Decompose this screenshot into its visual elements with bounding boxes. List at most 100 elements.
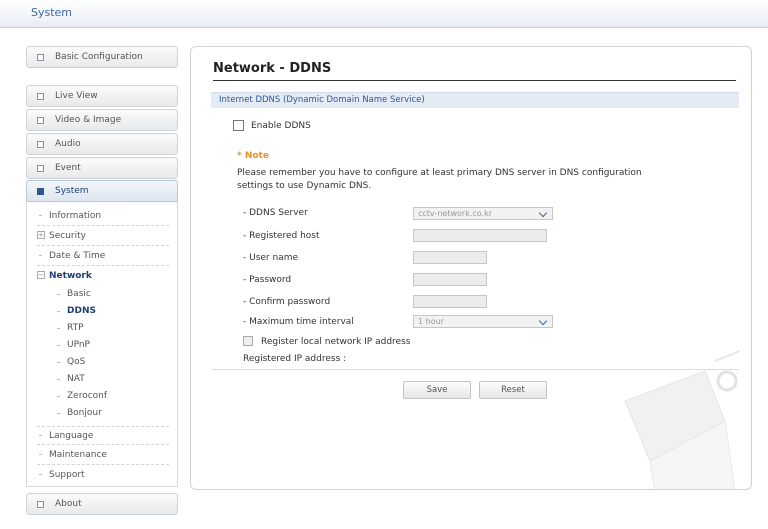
square-bullet-icon	[37, 501, 44, 508]
sidebar-item-label: About	[55, 499, 82, 509]
dash-bullet-icon	[57, 294, 60, 295]
expand-plus-icon[interactable]: +	[37, 231, 45, 239]
password-label: - Password	[243, 275, 292, 285]
max-interval-value: 1 hour	[418, 317, 444, 326]
network-item-label: Basic	[67, 289, 91, 299]
max-interval-select[interactable]: 1 hour	[413, 315, 553, 328]
dash-bullet-icon	[57, 311, 60, 312]
network-item-label: Bonjour	[67, 408, 102, 418]
register-local-ip-label: Register local network IP address	[261, 337, 411, 347]
sidebar-item-video-image[interactable]: Video & Image	[26, 109, 178, 131]
sidebar-item-live-view[interactable]: Live View	[26, 85, 178, 107]
note-heading: * Note	[237, 151, 269, 161]
chevron-down-icon	[538, 208, 548, 218]
form-divider	[211, 369, 739, 370]
square-bullet-icon	[37, 188, 44, 195]
confirm-password-label: - Confirm password	[243, 297, 331, 307]
network-item-label: QoS	[67, 357, 86, 367]
square-bullet-icon	[37, 117, 44, 124]
header-title: System	[31, 6, 73, 19]
subitem-label: Security	[49, 231, 86, 241]
subitem-label: Language	[49, 431, 94, 441]
network-item-zeroconf[interactable]: Zeroconf	[49, 388, 169, 405]
reset-button[interactable]: Reset	[479, 381, 547, 399]
subitem-label: Date & Time	[49, 251, 106, 261]
dash-bullet-icon	[57, 379, 60, 380]
sidebar-subitem-support[interactable]: Support	[37, 466, 169, 485]
sidebar-item-label: Live View	[55, 91, 98, 101]
network-item-basic[interactable]: Basic	[49, 286, 169, 303]
network-item-label: UPnP	[67, 340, 90, 350]
dash-bullet-icon	[57, 396, 60, 397]
sidebar-item-label: Event	[55, 163, 81, 173]
user-name-label: - User name	[243, 253, 299, 263]
password-input[interactable]	[413, 273, 487, 286]
sidebar-item-label: System	[55, 186, 89, 196]
sidebar-item-event[interactable]: Event	[26, 157, 178, 179]
top-header: System	[0, 0, 768, 28]
sidebar-subitem-maintenance[interactable]: Maintenance	[37, 446, 169, 465]
sidebar-item-audio[interactable]: Audio	[26, 133, 178, 155]
network-item-qos[interactable]: QoS	[49, 354, 169, 371]
user-name-input[interactable]	[413, 251, 487, 264]
network-item-nat[interactable]: NAT	[49, 371, 169, 388]
section-title: Internet DDNS (Dynamic Domain Name Servi…	[219, 95, 425, 105]
sidebar-subitem-network[interactable]: − Network	[37, 267, 169, 286]
dash-bullet-icon	[57, 413, 60, 414]
note-text-line-2: settings to use Dynamic DNS.	[237, 181, 372, 191]
ddns-server-value: cctv-network.co.kr	[418, 209, 492, 218]
dash-bullet-icon	[39, 215, 42, 216]
sidebar-item-label: Audio	[55, 139, 81, 149]
square-bullet-icon	[37, 165, 44, 172]
dash-bullet-icon	[39, 454, 42, 455]
registered-host-input[interactable]	[413, 229, 547, 242]
network-item-ddns[interactable]: DDNS	[49, 303, 169, 320]
section-header: Internet DDNS (Dynamic Domain Name Servi…	[211, 92, 739, 108]
subitem-label: Information	[49, 211, 102, 221]
sidebar-item-about[interactable]: About	[26, 493, 178, 515]
dash-bullet-icon	[39, 255, 42, 256]
page-title: Network - DDNS	[213, 61, 332, 76]
sidebar-subitem-date-time[interactable]: Date & Time	[37, 247, 169, 266]
dash-bullet-icon	[57, 362, 60, 363]
register-local-ip-checkbox[interactable]	[243, 336, 253, 346]
network-item-upnp[interactable]: UPnP	[49, 337, 169, 354]
network-item-label: RTP	[67, 323, 84, 333]
square-bullet-icon	[37, 93, 44, 100]
enable-ddns-checkbox[interactable]	[233, 120, 244, 131]
camera-watermark-icon	[624, 350, 741, 489]
network-item-label: DDNS	[67, 306, 96, 316]
network-item-bonjour[interactable]: Bonjour	[49, 405, 169, 422]
sidebar-item-basic-configuration[interactable]: Basic Configuration	[26, 46, 178, 68]
sidebar-subitem-language[interactable]: Language	[37, 426, 169, 445]
network-item-label: NAT	[67, 374, 85, 384]
collapse-minus-icon[interactable]: −	[37, 271, 45, 279]
note-text-line-1: Please remember you have to configure at…	[237, 168, 642, 178]
sidebar-item-label: Basic Configuration	[55, 52, 143, 62]
max-interval-label: - Maximum time interval	[243, 317, 354, 327]
network-item-rtp[interactable]: RTP	[49, 320, 169, 337]
dash-bullet-icon	[57, 345, 60, 346]
sidebar-item-system[interactable]: System	[26, 180, 178, 202]
sidebar-subitem-security[interactable]: + Security	[37, 227, 169, 246]
dash-bullet-icon	[57, 328, 60, 329]
save-button[interactable]: Save	[403, 381, 471, 399]
confirm-password-input[interactable]	[413, 295, 487, 308]
sidebar-item-label: Video & Image	[55, 115, 122, 125]
dash-bullet-icon	[39, 435, 42, 436]
chevron-down-icon	[538, 316, 548, 326]
dash-bullet-icon	[39, 474, 42, 475]
subitem-label: Support	[49, 470, 85, 480]
ddns-server-select[interactable]: cctv-network.co.kr	[413, 207, 553, 220]
title-divider	[213, 80, 736, 81]
main-panel: Network - DDNS Internet DDNS (Dynamic Do…	[190, 46, 752, 490]
registered-ip-label: Registered IP address :	[243, 354, 347, 364]
registered-host-label: - Registered host	[243, 231, 320, 241]
subitem-label: Maintenance	[49, 450, 107, 460]
ddns-server-label: - DDNS Server	[243, 208, 308, 218]
enable-ddns-label: Enable DDNS	[251, 121, 311, 131]
sidebar-subitem-information[interactable]: Information	[37, 207, 169, 226]
square-bullet-icon	[37, 54, 44, 61]
system-submenu: Information + Security Date & Time − Net…	[26, 202, 178, 487]
subitem-label: Network	[49, 271, 92, 281]
